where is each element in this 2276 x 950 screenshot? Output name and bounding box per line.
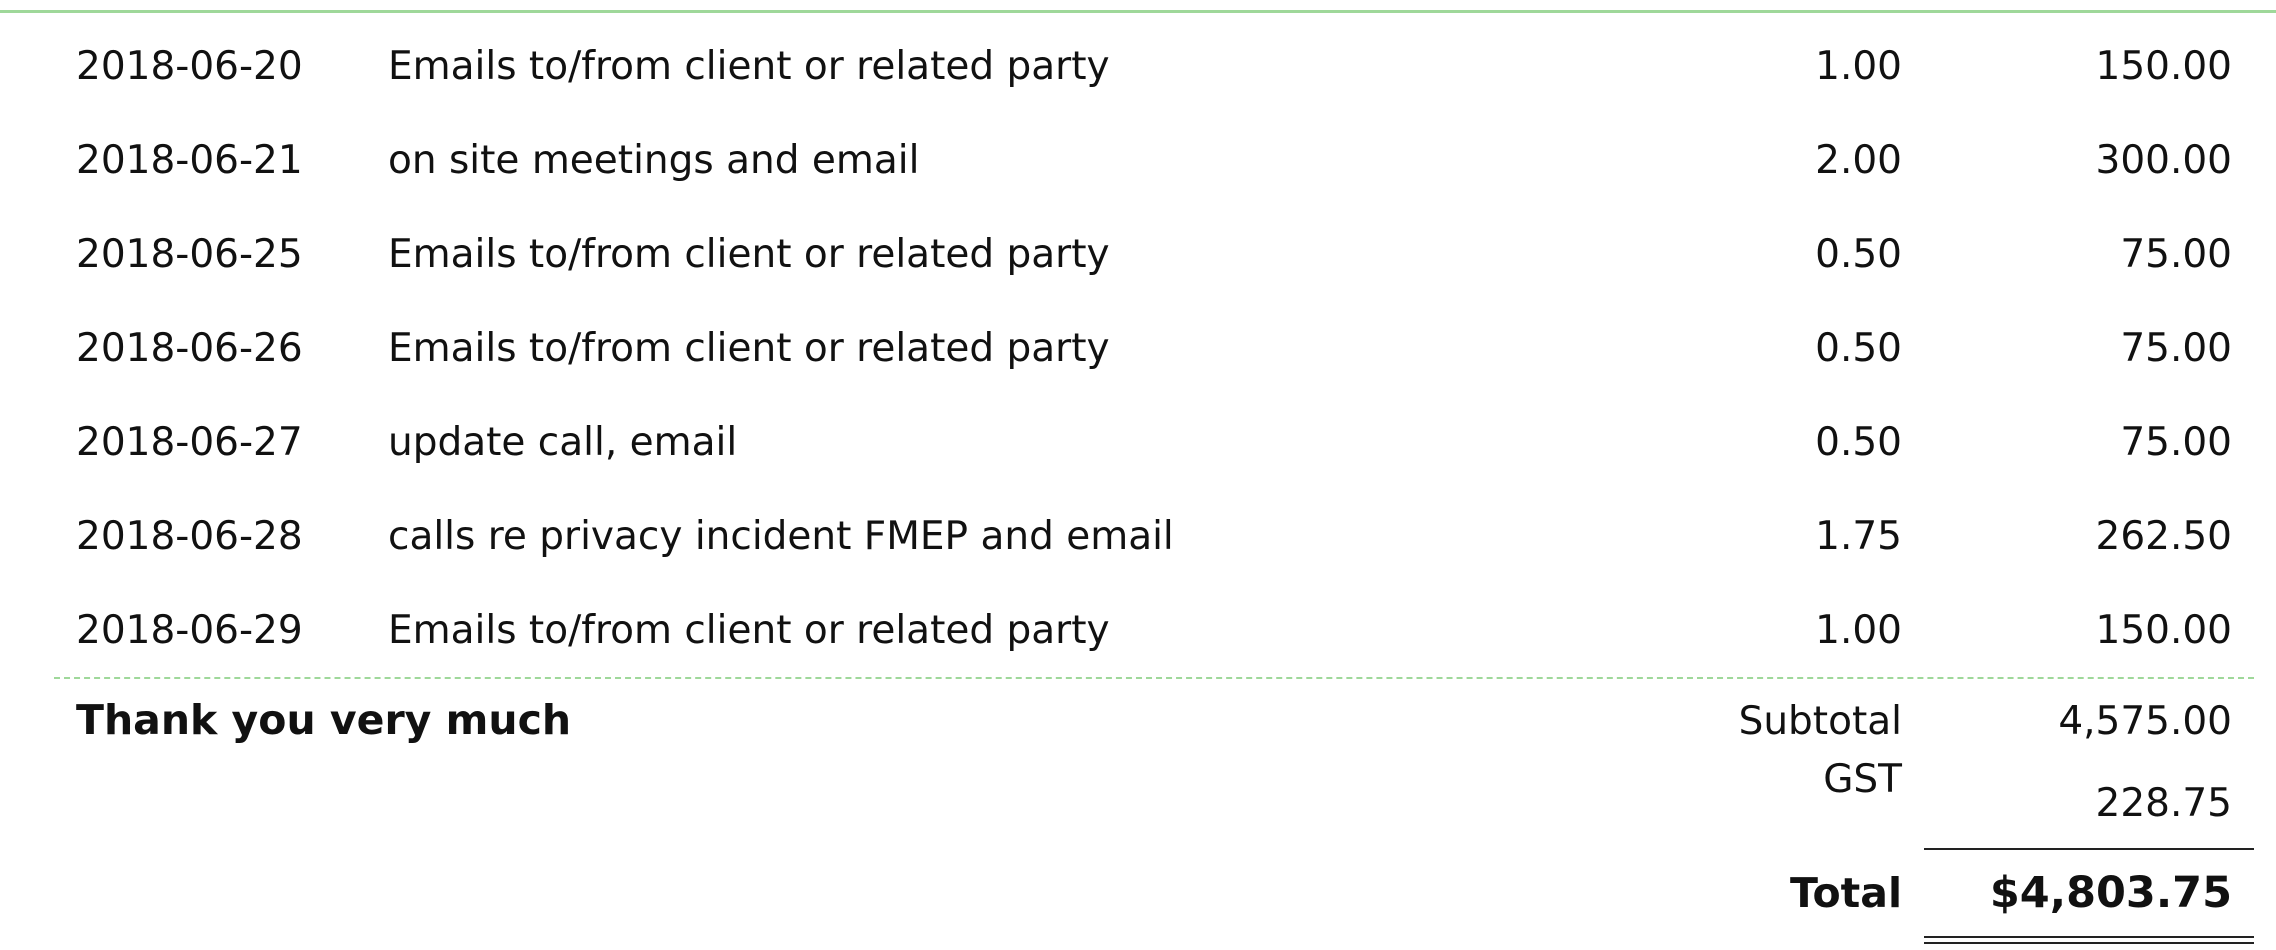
table-row: 2018-06-29 Emails to/from client or rela… bbox=[0, 584, 2276, 678]
line-hours: 1.75 bbox=[1815, 514, 1902, 559]
subtotal-label: Subtotal bbox=[1738, 699, 1902, 744]
total-double-rule bbox=[1924, 936, 2254, 944]
line-amount: 75.00 bbox=[2120, 326, 2232, 371]
table-row: 2018-06-21 on site meetings and email 2.… bbox=[0, 114, 2276, 208]
line-amount: 75.00 bbox=[2120, 420, 2232, 465]
line-date: 2018-06-29 bbox=[76, 608, 303, 653]
line-hours: 1.00 bbox=[1815, 44, 1902, 89]
line-description: calls re privacy incident FMEP and email bbox=[388, 514, 1174, 559]
line-hours: 2.00 bbox=[1815, 138, 1902, 183]
totals-divider bbox=[54, 677, 2254, 679]
line-date: 2018-06-27 bbox=[76, 420, 303, 465]
line-amount: 75.00 bbox=[2120, 232, 2232, 277]
line-hours: 1.00 bbox=[1815, 608, 1902, 653]
total-value: $4,803.75 bbox=[1989, 868, 2232, 918]
invoice-line-items: 2018-06-20 Emails to/from client or rela… bbox=[0, 20, 2276, 678]
line-hours: 0.50 bbox=[1815, 232, 1902, 277]
gst-value: 228.75 bbox=[2095, 781, 2232, 826]
line-description: on site meetings and email bbox=[388, 138, 920, 183]
line-description: Emails to/from client or related party bbox=[388, 44, 1110, 89]
line-description: Emails to/from client or related party bbox=[388, 608, 1110, 653]
invoice-totals: Thank you very much Subtotal 4,575.00 GS… bbox=[0, 680, 2276, 950]
table-row: 2018-06-27 update call, email 0.50 75.00 bbox=[0, 396, 2276, 490]
total-label: Total bbox=[1789, 869, 1902, 917]
gst-label: GST bbox=[1823, 757, 1902, 802]
line-description: Emails to/from client or related party bbox=[388, 232, 1110, 277]
table-row: 2018-06-25 Emails to/from client or rela… bbox=[0, 208, 2276, 302]
table-row: 2018-06-20 Emails to/from client or rela… bbox=[0, 20, 2276, 114]
line-amount: 300.00 bbox=[2095, 138, 2232, 183]
total-top-rule bbox=[1924, 848, 2254, 850]
line-description: update call, email bbox=[388, 420, 738, 465]
line-amount: 150.00 bbox=[2095, 44, 2232, 89]
subtotal-value: 4,575.00 bbox=[2058, 699, 2232, 744]
line-date: 2018-06-26 bbox=[76, 326, 303, 371]
line-amount: 150.00 bbox=[2095, 608, 2232, 653]
top-divider bbox=[0, 10, 2276, 13]
line-description: Emails to/from client or related party bbox=[388, 326, 1110, 371]
line-date: 2018-06-28 bbox=[76, 514, 303, 559]
line-date: 2018-06-25 bbox=[76, 232, 303, 277]
table-row: 2018-06-28 calls re privacy incident FME… bbox=[0, 490, 2276, 584]
line-hours: 0.50 bbox=[1815, 326, 1902, 371]
line-date: 2018-06-20 bbox=[76, 44, 303, 89]
table-row: 2018-06-26 Emails to/from client or rela… bbox=[0, 302, 2276, 396]
thank-you-note: Thank you very much bbox=[76, 696, 572, 744]
line-hours: 0.50 bbox=[1815, 420, 1902, 465]
line-date: 2018-06-21 bbox=[76, 138, 303, 183]
line-amount: 262.50 bbox=[2095, 514, 2232, 559]
